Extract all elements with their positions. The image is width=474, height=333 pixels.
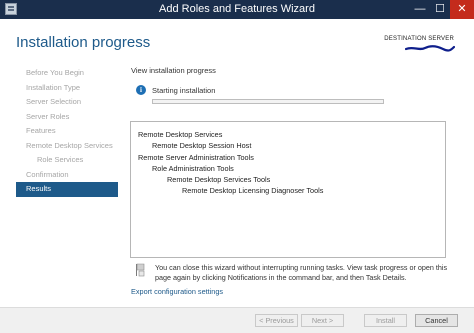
status-text: Starting installation xyxy=(152,86,216,95)
section-label: View installation progress xyxy=(131,66,216,75)
notice-text: You can close this wizard without interr… xyxy=(155,263,448,282)
tree-item-role-admin-tools: Role Administration Tools xyxy=(152,164,234,173)
close-button[interactable]: ✕ xyxy=(450,0,474,19)
results-tree[interactable]: Remote Desktop Services Remote Desktop S… xyxy=(130,121,446,258)
sidebar-item-features: Features xyxy=(26,126,56,135)
next-button[interactable]: Next > xyxy=(301,314,344,327)
redacted-server-name xyxy=(405,45,455,52)
sidebar-item-role-services: Role Services xyxy=(37,155,84,164)
destination-server-label: DESTINATION SERVER xyxy=(384,36,454,42)
tree-item-session-host: Remote Desktop Session Host xyxy=(152,141,252,150)
wizard-sidebar: Before You Begin Installation Type Serve… xyxy=(16,66,118,197)
flag-icon xyxy=(136,263,145,277)
sidebar-item-server-selection: Server Selection xyxy=(26,97,82,106)
installation-progress-bar xyxy=(152,99,384,104)
tree-item-licensing-diagnoser: Remote Desktop Licensing Diagnoser Tools xyxy=(182,186,324,195)
sidebar-item-server-roles: Server Roles xyxy=(26,111,70,121)
maximize-button[interactable]: ☐ xyxy=(430,0,450,19)
previous-button[interactable]: < Previous xyxy=(255,314,298,327)
page-title: Installation progress xyxy=(16,34,151,51)
window-title: Add Roles and Features Wizard xyxy=(159,3,315,15)
sidebar-item-remote-desktop-services: Remote Desktop Services xyxy=(26,140,113,150)
sidebar-item-confirmation: Confirmation xyxy=(26,169,69,179)
sidebar-item-installation-type: Installation Type xyxy=(26,82,81,92)
tree-item-rsat: Remote Server Administration Tools xyxy=(138,153,254,162)
tree-item-rds-tools: Remote Desktop Services Tools xyxy=(167,175,271,184)
title-bar[interactable]: Add Roles and Features Wizard — ☐ ✕ xyxy=(0,0,474,19)
minimize-button[interactable]: — xyxy=(410,0,430,19)
info-icon: i xyxy=(136,85,146,95)
install-button[interactable]: Install xyxy=(364,314,407,327)
wizard-window: Add Roles and Features Wizard — ☐ ✕ Inst… xyxy=(0,0,474,333)
sidebar-item-results[interactable]: Results xyxy=(16,182,118,197)
sidebar-item-before-you-begin: Before You Begin xyxy=(26,68,84,77)
export-configuration-link[interactable]: Export configuration settings xyxy=(131,287,223,296)
cancel-button[interactable]: Cancel xyxy=(415,314,458,327)
tree-item-remote-desktop-services: Remote Desktop Services xyxy=(138,130,223,139)
